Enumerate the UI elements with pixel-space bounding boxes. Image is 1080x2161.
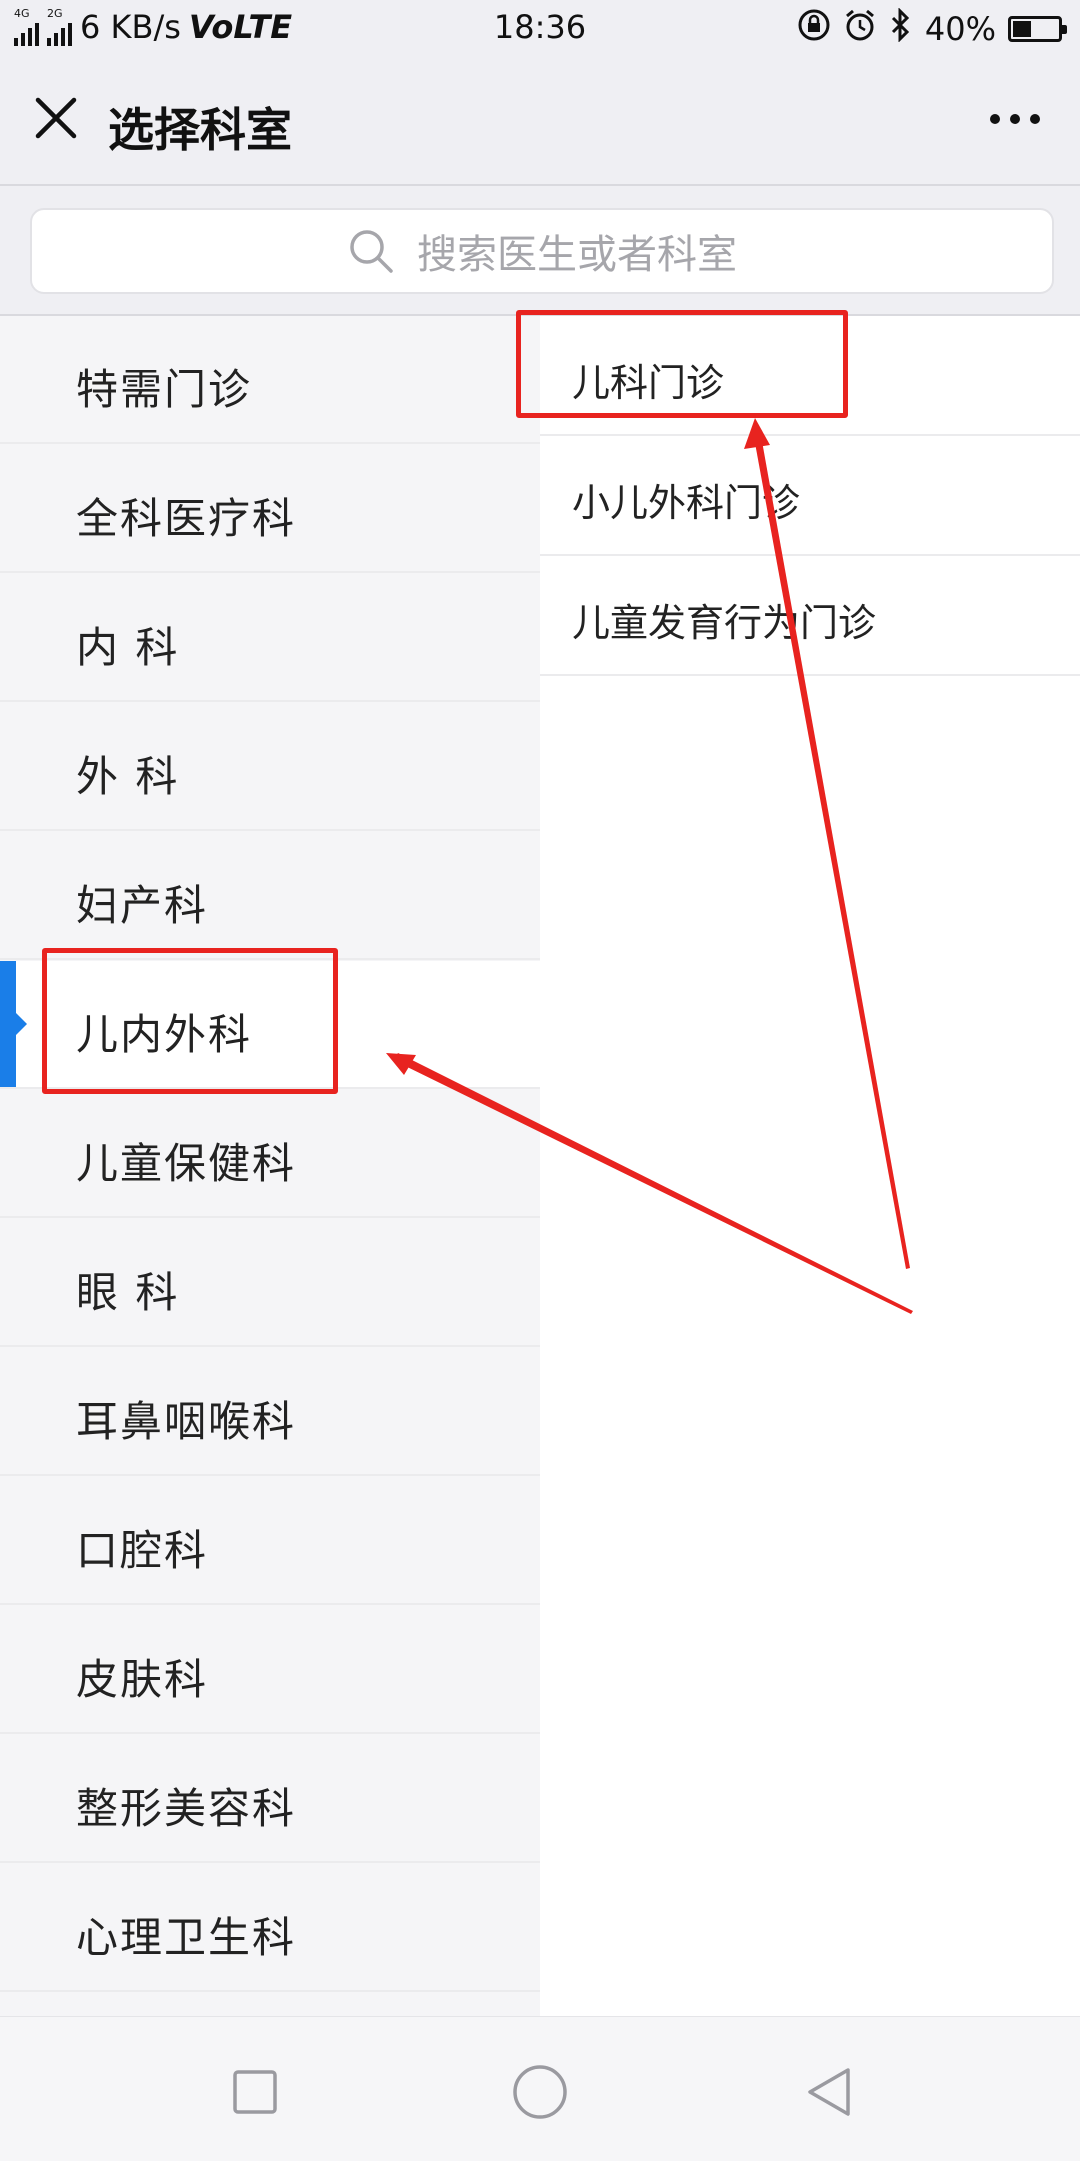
department-item[interactable]: 外 科 [0,703,540,831]
close-icon [35,97,77,139]
sub-department-item[interactable]: 小儿外科门诊 [540,436,1080,556]
department-item[interactable]: 整形美容科 [0,1735,540,1863]
more-icon-dot [1030,114,1040,124]
sub-department-list: 儿科门诊 小儿外科门诊 儿童发育行为门诊 [540,316,1080,2016]
back-button[interactable] [795,2057,865,2127]
department-item[interactable]: 眼 科 [0,1219,540,1347]
department-label: 特需门诊 [76,365,253,414]
department-item[interactable]: 皮肤科 [0,1606,540,1734]
department-label: 儿童保健科 [76,1139,297,1188]
more-button[interactable] [980,94,1050,144]
department-label: 口腔科 [76,1526,209,1575]
battery-icon [1008,16,1067,42]
bluetooth-icon [889,7,913,50]
square-icon [233,2070,277,2114]
sub-department-item[interactable]: 儿童发育行为门诊 [540,556,1080,676]
department-label: 心理卫生科 [76,1913,297,1962]
battery-fill [1013,21,1031,37]
department-item[interactable]: 心理卫生科 [0,1864,540,1992]
sub-department-label: 小儿外科门诊 [572,481,801,525]
sub-department-label: 儿童发育行为门诊 [572,601,877,645]
title-bar: 选择科室 [0,56,1080,186]
search-placeholder: 搜索医生或者科室 [417,232,737,278]
department-item[interactable]: 耳鼻咽喉科 [0,1348,540,1476]
department-item[interactable]: 口腔科 [0,1477,540,1605]
alarm-icon [843,8,877,50]
status-right: 40% [797,7,1067,50]
department-label: 全科医疗科 [76,494,297,543]
department-label: 眼 科 [76,1268,180,1317]
battery-percent: 40% [924,10,996,48]
nav-bar [0,2016,1080,2161]
status-bar: 4G 2G 6 KB/s VoLTE 18:36 40% [0,0,1080,56]
department-label: 皮肤科 [76,1655,209,1704]
selected-indicator [0,961,27,1087]
circle-icon [513,2065,567,2119]
department-label: 外 科 [76,752,180,801]
department-item[interactable]: 全科医疗科 [0,445,540,573]
lock-rotation-icon [797,8,831,50]
recent-apps-button[interactable] [220,2057,290,2127]
department-label: 妇产科 [76,881,209,930]
search-icon [350,230,393,273]
more-icon-dot [1010,114,1020,124]
close-button[interactable] [24,86,88,150]
department-item[interactable]: 特需门诊 [0,316,540,444]
search-input[interactable]: 搜索医生或者科室 [30,208,1054,294]
triangle-back-icon [808,2068,850,2116]
department-item[interactable]: 妇产科 [0,832,540,960]
department-item[interactable]: 儿童保健科 [0,1090,540,1218]
annotation-box-sub [516,310,848,418]
annotation-box-dept [42,948,338,1094]
department-label: 整形美容科 [76,1784,297,1833]
page-title: 选择科室 [108,103,292,157]
search-area: 搜索医生或者科室 [0,186,1080,316]
home-button[interactable] [505,2057,575,2127]
more-icon [990,114,1000,124]
department-label: 内 科 [76,623,180,672]
department-item[interactable]: 内 科 [0,574,540,702]
department-list: 特需门诊 全科医疗科内 科外 科妇产科 儿内外科 儿童保健科眼 科耳鼻咽喉科 口腔科 皮肤… [0,316,540,2016]
department-label: 耳鼻咽喉科 [76,1397,297,1446]
